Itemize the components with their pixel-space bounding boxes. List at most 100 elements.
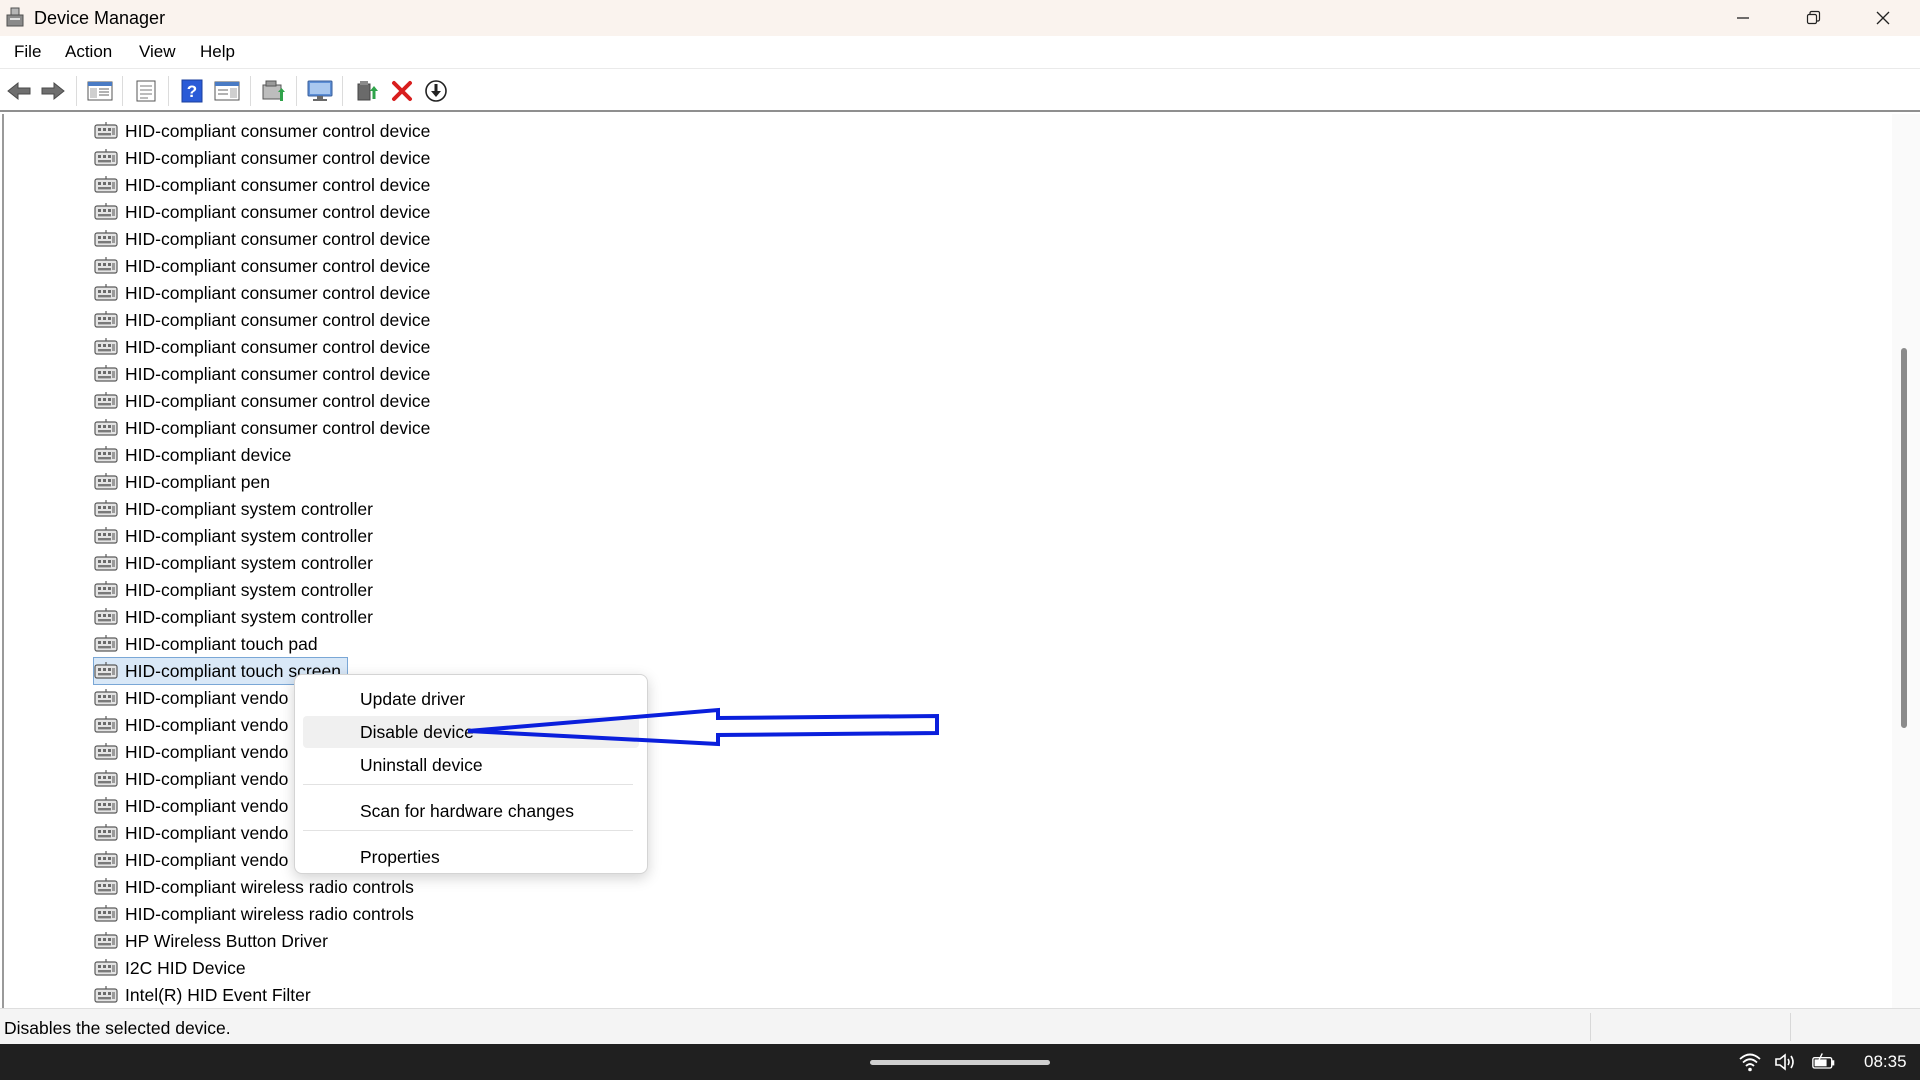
tree-item[interactable]: HID-compliant vendo [94, 793, 288, 819]
tree-item[interactable]: HID-compliant vendo [94, 766, 288, 792]
tree-item-label: HID-compliant vendo [125, 687, 289, 708]
hid-device-icon [94, 499, 118, 519]
tree-item-label: HID-compliant vendo [125, 795, 289, 816]
tree-item-label: HID-compliant wireless radio controls [125, 903, 414, 924]
hid-device-icon [94, 769, 118, 789]
hid-device-icon [94, 472, 118, 492]
update-driver-button[interactable] [261, 78, 287, 104]
menu-action[interactable]: Action [65, 42, 112, 62]
tree-item[interactable]: HID-compliant vendo [94, 820, 288, 846]
menu-item-label: Properties [360, 847, 440, 867]
restore-icon [1806, 10, 1821, 25]
tree-item-label: HID-compliant consumer control device [125, 174, 431, 195]
toolbar: ? [0, 70, 1920, 112]
hid-device-icon [94, 985, 118, 1005]
taskbar: 08:35 [0, 1044, 1920, 1080]
help-icon: ? [181, 79, 203, 103]
uninstall-device-button[interactable] [389, 78, 415, 104]
tree-item[interactable]: I2C HID Device [94, 955, 246, 981]
battery-charging-icon[interactable] [1812, 1051, 1836, 1073]
tree-item[interactable]: HID-compliant wireless radio controls [94, 901, 414, 927]
status-divider [1590, 1013, 1591, 1041]
forward-button[interactable] [40, 78, 66, 104]
menu-item-uninstall-device[interactable]: Uninstall device [303, 749, 639, 781]
menu-item-disable-device[interactable]: Disable device [303, 716, 639, 748]
menu-item-scan-hardware-changes[interactable]: Scan for hardware changes [303, 795, 639, 827]
menu-file[interactable]: File [14, 42, 41, 62]
tree-item-label: HID-compliant consumer control device [125, 363, 431, 384]
scan-hardware-button[interactable] [307, 78, 333, 104]
scrollbar-thumb[interactable] [1901, 348, 1907, 728]
tree-item[interactable]: HID-compliant consumer control device [94, 415, 430, 441]
device-manager-app-icon [6, 7, 24, 27]
tree-item-label: HID-compliant touch pad [125, 633, 318, 654]
tree-item[interactable]: HID-compliant system controller [94, 523, 373, 549]
tree-item-label: HID-compliant consumer control device [125, 228, 431, 249]
menu-help[interactable]: Help [200, 42, 235, 62]
hid-device-icon [94, 391, 118, 411]
tree-item-label: HID-compliant vendo [125, 741, 289, 762]
menu-item-label: Scan for hardware changes [360, 801, 575, 821]
tree-item-label: HID-compliant consumer control device [125, 336, 431, 357]
menu-item-properties[interactable]: Properties [303, 841, 639, 873]
tree-item[interactable]: HID-compliant consumer control device [94, 118, 430, 144]
disable-device-button[interactable] [423, 78, 449, 104]
tree-item[interactable]: HID-compliant system controller [94, 550, 373, 576]
minimize-button[interactable] [1708, 0, 1778, 36]
tree-item[interactable]: HID-compliant vendo [94, 739, 288, 765]
tree-item[interactable]: Intel(R) HID Event Filter [94, 982, 311, 1008]
menu-item-update-driver[interactable]: Update driver [303, 683, 639, 715]
tree-item[interactable]: HID-compliant consumer control device [94, 280, 430, 306]
tree-item[interactable]: HID-compliant system controller [94, 577, 373, 603]
tree-item-label: HID-compliant consumer control device [125, 309, 431, 330]
tree-item[interactable]: HID-compliant pen [94, 469, 270, 495]
hid-device-icon [94, 580, 118, 600]
menu-separator [303, 830, 633, 831]
close-button[interactable] [1848, 0, 1918, 36]
show-hide-console-tree-button[interactable] [87, 78, 113, 104]
hid-device-icon [94, 877, 118, 897]
window-title: Device Manager [34, 8, 166, 28]
tree-item[interactable]: HID-compliant consumer control device [94, 307, 430, 333]
tree-item[interactable]: HID-compliant vendo [94, 847, 288, 873]
toolbar-separator [296, 76, 297, 106]
tree-item[interactable]: HID-compliant system controller [94, 604, 373, 630]
action-pane-button[interactable] [214, 78, 240, 104]
enable-device-button[interactable] [355, 78, 381, 104]
tree-item[interactable]: HP Wireless Button Driver [94, 928, 328, 954]
tree-item[interactable]: HID-compliant consumer control device [94, 388, 430, 414]
enable-device-icon [357, 81, 378, 101]
tree-item[interactable]: HID-compliant consumer control device [94, 172, 430, 198]
tree-item-label: HP Wireless Button Driver [125, 930, 328, 951]
tree-item[interactable]: HID-compliant vendo [94, 685, 288, 711]
tree-item[interactable]: HID-compliant consumer control device [94, 361, 430, 387]
tree-item-label: HID-compliant consumer control device [125, 282, 431, 303]
svg-text:?: ? [187, 82, 197, 101]
title-bar: Device Manager [0, 0, 1920, 36]
tree-item[interactable]: HID-compliant consumer control device [94, 253, 430, 279]
restore-button[interactable] [1778, 0, 1848, 36]
tree-item[interactable]: HID-compliant consumer control device [94, 334, 430, 360]
back-button[interactable] [6, 78, 32, 104]
uninstall-icon [392, 81, 412, 101]
help-button[interactable]: ? [179, 78, 205, 104]
properties-button[interactable] [133, 78, 159, 104]
tree-item[interactable]: HID-compliant touch pad [94, 631, 318, 657]
wifi-icon[interactable] [1738, 1051, 1762, 1073]
hid-device-icon [94, 742, 118, 762]
tree-item-label: HID-compliant device [125, 444, 292, 465]
home-indicator[interactable] [870, 1060, 1050, 1065]
tree-item-label: HID-compliant system controller [125, 606, 373, 627]
menu-view[interactable]: View [139, 42, 176, 62]
tree-item[interactable]: HID-compliant consumer control device [94, 145, 430, 171]
tree-item[interactable]: HID-compliant system controller [94, 496, 373, 522]
tree-item[interactable]: HID-compliant wireless radio controls [94, 874, 414, 900]
tree-item[interactable]: HID-compliant vendo [94, 712, 288, 738]
tree-item[interactable]: HID-compliant device [94, 442, 291, 468]
volume-icon[interactable] [1774, 1051, 1798, 1073]
properties-icon [136, 80, 156, 102]
vertical-scrollbar[interactable] [1892, 114, 1920, 1008]
tree-item[interactable]: HID-compliant consumer control device [94, 226, 430, 252]
toolbar-separator [122, 76, 123, 106]
tree-item[interactable]: HID-compliant consumer control device [94, 199, 430, 225]
